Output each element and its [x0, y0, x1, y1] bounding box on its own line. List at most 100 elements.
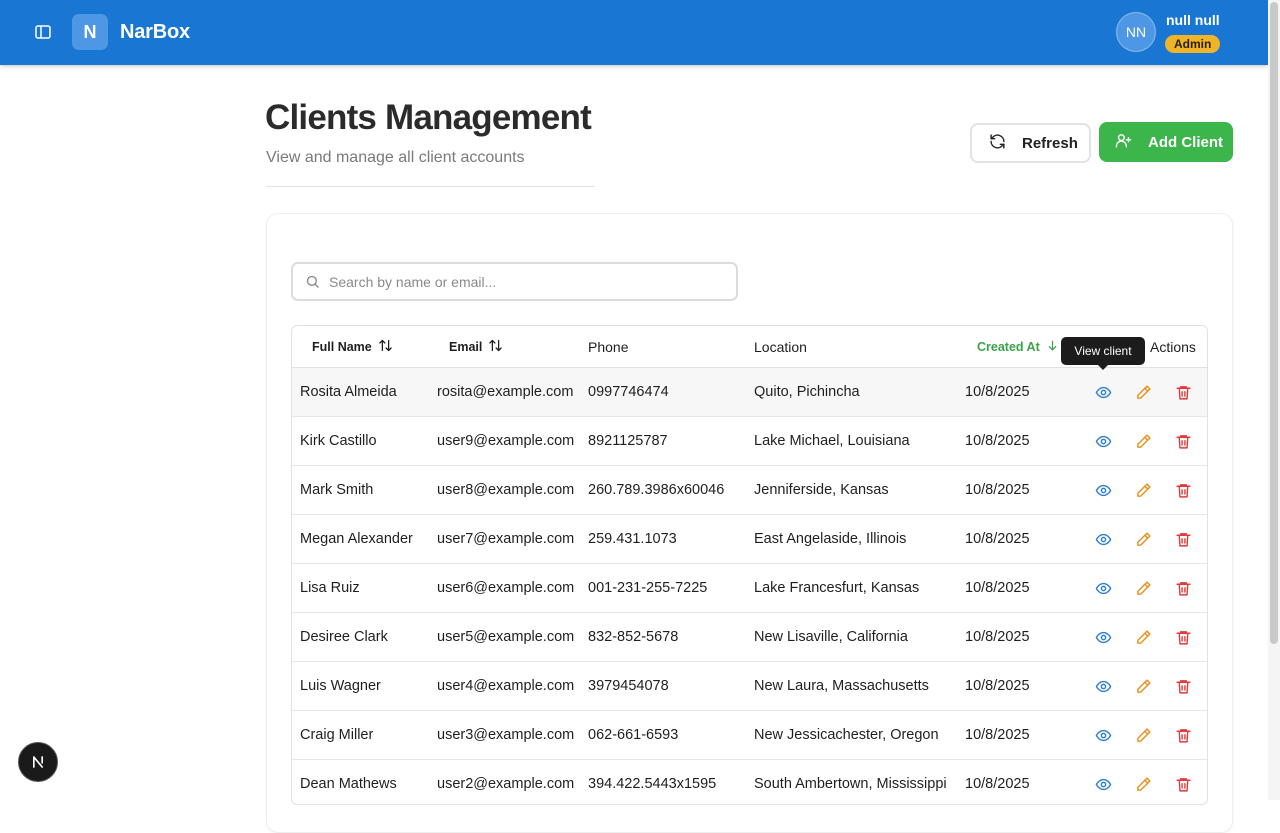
table-row[interactable]: Lisa Ruiz user6@example.com 001-231-255-72…: [292, 564, 1207, 613]
view-client-button[interactable]: [1095, 629, 1112, 646]
user-name: null null: [1166, 12, 1220, 28]
table-row[interactable]: Dean Mathews user2@example.com 394.422.544…: [292, 760, 1207, 804]
cell-location: Quito, Pichincha: [754, 384, 860, 400]
column-header-created-at[interactable]: Created At: [977, 326, 1059, 367]
column-label-actions: Actions: [1150, 338, 1196, 355]
view-client-button[interactable]: [1095, 580, 1112, 597]
column-header-actions: Actions: [1150, 326, 1196, 367]
add-client-button[interactable]: Add Client: [1099, 122, 1233, 162]
cell-created-at: 10/8/2025: [965, 629, 1030, 645]
title-divider: [266, 186, 595, 187]
tooltip: View client: [1061, 337, 1145, 365]
cell-full-name: Luis Wagner: [300, 678, 381, 694]
edit-client-button[interactable]: [1135, 384, 1152, 401]
cell-email: user8@example.com: [437, 482, 575, 498]
sort-icon: [378, 338, 393, 356]
cell-created-at: 10/8/2025: [965, 776, 1030, 792]
cell-phone: 394.422.5443x1595: [588, 776, 717, 792]
cell-email: rosita@example.com: [437, 384, 574, 400]
cell-created-at: 10/8/2025: [965, 580, 1030, 596]
cell-location: New Jessicachester, Oregon: [754, 727, 939, 743]
view-client-button[interactable]: [1095, 482, 1112, 499]
column-header-email[interactable]: Email: [449, 326, 503, 367]
page-title: Clients Management: [265, 98, 592, 137]
cell-location: South Ambertown, Mississippi: [754, 776, 947, 792]
table-row[interactable]: Rosita Almeida rosita@example.com 09977464…: [292, 368, 1207, 417]
delete-client-button[interactable]: [1175, 433, 1192, 450]
tooltip-arrow: [1098, 365, 1108, 370]
delete-client-button[interactable]: [1175, 776, 1192, 793]
avatar[interactable]: NN: [1116, 12, 1156, 52]
edit-client-button[interactable]: [1135, 678, 1152, 695]
search-field[interactable]: [291, 262, 738, 301]
column-label-created-at: Created At: [977, 339, 1040, 354]
cell-full-name: Mark Smith: [300, 482, 374, 498]
cell-phone: 8921125787: [588, 433, 668, 449]
edit-client-button[interactable]: [1135, 580, 1152, 597]
view-client-button[interactable]: [1095, 433, 1112, 450]
table-row[interactable]: Kirk Castillo user9@example.com 8921125787…: [292, 417, 1207, 466]
cell-email: user2@example.com: [437, 776, 575, 792]
delete-client-button[interactable]: [1175, 580, 1192, 597]
cell-full-name: Megan Alexander: [300, 531, 413, 547]
cell-location: East Angelaside, Illinois: [754, 531, 907, 547]
cell-full-name: Desiree Clark: [300, 629, 388, 645]
cell-email: user9@example.com: [437, 433, 575, 449]
role-badge: Admin: [1165, 35, 1221, 53]
edit-client-button[interactable]: [1135, 776, 1152, 793]
cell-location: Lake Francesfurt, Kansas: [754, 580, 920, 596]
search-icon: [305, 274, 320, 294]
table-row[interactable]: Craig Miller user3@example.com 062-661-659…: [292, 711, 1207, 760]
logo-badge[interactable]: N: [72, 14, 108, 50]
cell-email: user7@example.com: [437, 531, 575, 547]
cell-phone: 0997746474: [588, 384, 669, 400]
cell-phone: 062-661-6593: [588, 727, 679, 743]
view-client-button[interactable]: [1095, 678, 1112, 695]
cell-full-name: Dean Mathews: [300, 776, 397, 792]
scrollbar-thumb[interactable]: [1270, 2, 1278, 644]
view-client-button[interactable]: [1095, 384, 1112, 401]
refresh-button[interactable]: Refresh: [970, 123, 1091, 163]
view-client-button[interactable]: [1095, 531, 1112, 548]
edit-client-button[interactable]: [1135, 433, 1152, 450]
search-input[interactable]: [329, 264, 729, 299]
delete-client-button[interactable]: [1175, 629, 1192, 646]
table-row[interactable]: Desiree Clark user5@example.com 832-852-56…: [292, 613, 1207, 662]
column-header-location: Location: [754, 326, 807, 367]
refresh-label: Refresh: [1022, 134, 1078, 152]
cell-location: New Lisaville, California: [754, 629, 908, 645]
sidebar-toggle-icon[interactable]: [34, 23, 52, 41]
delete-client-button[interactable]: [1175, 384, 1192, 401]
edit-client-button[interactable]: [1135, 531, 1152, 548]
cell-location: Lake Michael, Louisiana: [754, 433, 910, 449]
delete-client-button[interactable]: [1175, 678, 1192, 695]
top-app-bar: N NarBox NN null null Admin: [0, 0, 1268, 65]
column-label-email: Email: [449, 339, 483, 354]
cell-created-at: 10/8/2025: [965, 384, 1030, 400]
delete-client-button[interactable]: [1175, 727, 1192, 744]
cell-full-name: Rosita Almeida: [300, 384, 397, 400]
column-label-location: Location: [754, 338, 807, 355]
view-client-button[interactable]: [1095, 776, 1112, 793]
cell-email: user3@example.com: [437, 727, 575, 743]
refresh-icon: [989, 133, 1006, 154]
sort-icon: [488, 338, 503, 356]
brand-name[interactable]: NarBox: [120, 21, 190, 44]
edit-client-button[interactable]: [1135, 629, 1152, 646]
cell-created-at: 10/8/2025: [965, 433, 1030, 449]
arrow-down-icon: [1046, 339, 1059, 355]
column-header-full-name[interactable]: Full Name: [312, 326, 393, 367]
next-logo-icon[interactable]: [18, 742, 58, 782]
cell-full-name: Kirk Castillo: [300, 433, 377, 449]
table-row[interactable]: Megan Alexander user7@example.com 259.431.…: [292, 515, 1207, 564]
delete-client-button[interactable]: [1175, 482, 1192, 499]
delete-client-button[interactable]: [1175, 531, 1192, 548]
table-row[interactable]: Mark Smith user8@example.com 260.789.3986x…: [292, 466, 1207, 515]
view-client-button[interactable]: [1095, 727, 1112, 744]
edit-client-button[interactable]: [1135, 482, 1152, 499]
cell-created-at: 10/8/2025: [965, 678, 1030, 694]
table-row[interactable]: Luis Wagner user4@example.com 3979454078 Ne…: [292, 662, 1207, 711]
edit-client-button[interactable]: [1135, 727, 1152, 744]
cell-phone: 260.789.3986x60046: [588, 482, 725, 498]
cell-location: Jenniferside, Kansas: [754, 482, 889, 498]
